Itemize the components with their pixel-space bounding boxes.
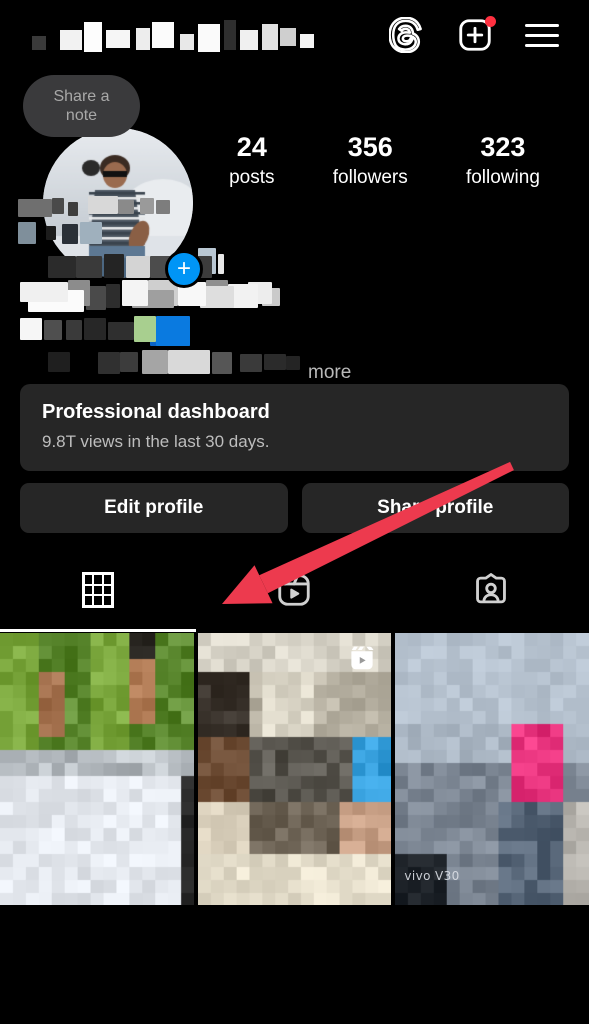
- following-label: following: [465, 167, 540, 188]
- censor-block: [300, 34, 314, 48]
- censor-block: [84, 22, 102, 52]
- censor-block: [156, 316, 190, 346]
- tab-tagged[interactable]: [393, 559, 589, 621]
- share-profile-button[interactable]: Share profile: [301, 483, 569, 533]
- censor-block: [106, 284, 120, 308]
- censor-block: [136, 28, 150, 50]
- censor-block: [286, 356, 300, 370]
- stat-followers[interactable]: 356 followers: [333, 130, 408, 192]
- posts-label: posts: [229, 167, 275, 188]
- tab-grid[interactable]: [0, 559, 197, 632]
- profile-header: Share a note + 24 posts 356 followers 323…: [0, 70, 589, 288]
- reel-clip-icon: [351, 646, 374, 670]
- censor-block: [46, 226, 56, 240]
- post-thumbnail-3[interactable]: vivo V30: [395, 633, 589, 905]
- vivo-watermark: vivo V30: [404, 869, 460, 883]
- post-thumbnail-2[interactable]: [197, 633, 392, 905]
- censor-block: [60, 30, 82, 50]
- censor-block: [240, 354, 262, 372]
- censor-block: [106, 30, 130, 48]
- profile-stats: 24 posts 356 followers 323 following: [170, 80, 569, 192]
- add-story-button[interactable]: +: [165, 250, 203, 288]
- profile-tabs: [0, 559, 589, 632]
- censor-block: [48, 256, 76, 278]
- censor-block: [98, 352, 120, 374]
- censor-block: [262, 24, 278, 50]
- censor-block: [156, 200, 170, 214]
- stat-posts[interactable]: 24 posts: [229, 130, 274, 192]
- censor-block: [180, 34, 194, 50]
- stat-following[interactable]: 323 following: [466, 130, 540, 192]
- censor-block: [280, 28, 296, 46]
- censor-block: [218, 254, 224, 274]
- tab-reels[interactable]: [196, 559, 392, 621]
- new-post-icon[interactable]: [457, 16, 496, 53]
- censor-block: [108, 322, 134, 340]
- censor-block: [88, 196, 118, 214]
- censor-block: [118, 200, 134, 214]
- censor-block: [20, 318, 42, 340]
- censor-block: [198, 24, 220, 52]
- censor-block: [66, 320, 82, 340]
- edit-profile-label: Edit profile: [104, 497, 204, 518]
- tagged-icon: [475, 573, 506, 604]
- post-grid: vivo V30: [0, 633, 589, 905]
- share-profile-label: Share profile: [377, 497, 494, 518]
- add-story-plus-label: +: [176, 255, 191, 282]
- followers-count: 356: [347, 132, 393, 162]
- following-count: 323: [480, 132, 526, 162]
- censor-block: [152, 22, 174, 48]
- followers-label: followers: [332, 167, 408, 188]
- censor-block: [212, 352, 232, 374]
- top-bar-icons: [389, 16, 567, 53]
- censor-block: [80, 222, 102, 244]
- new-post-notification-dot: [485, 16, 496, 27]
- censor-block: [68, 202, 78, 216]
- censor-block: [44, 320, 62, 340]
- share-a-note-bubble[interactable]: Share a note: [23, 75, 140, 137]
- top-bar: [0, 0, 589, 70]
- censor-block: [20, 282, 68, 302]
- hamburger-menu-icon[interactable]: [525, 23, 559, 47]
- censor-block: [264, 354, 286, 370]
- censor-block: [126, 256, 150, 278]
- reels-badge-icon: [347, 643, 377, 678]
- censor-block: [168, 350, 210, 374]
- censor-block: [76, 256, 102, 278]
- professional-dashboard-card[interactable]: Professional dashboard 9.8T views in the…: [20, 384, 569, 471]
- censor-block: [142, 350, 168, 374]
- profile-action-buttons: Edit profile Share profile: [20, 483, 569, 533]
- censor-block: [48, 352, 70, 372]
- censor-block: [122, 280, 148, 306]
- edit-profile-button[interactable]: Edit profile: [20, 483, 288, 533]
- dashboard-subtitle: 9.8T views in the last 30 days.: [42, 432, 270, 451]
- reels-icon: [278, 574, 311, 606]
- censor-block: [52, 198, 64, 214]
- profile-bio: more: [0, 194, 589, 384]
- censor-block: [18, 199, 52, 217]
- censor-block: [84, 318, 106, 340]
- post-thumbnail-1[interactable]: [0, 633, 194, 905]
- dashboard-title: Professional dashboard: [42, 401, 270, 423]
- censor-block: [134, 316, 156, 342]
- censor-block: [32, 36, 46, 50]
- censor-block: [104, 254, 124, 278]
- censor-block: [224, 20, 236, 50]
- censor-block: [120, 352, 138, 372]
- share-a-note-label: Share a note: [53, 88, 110, 124]
- censor-block: [140, 198, 154, 214]
- censor-block: [18, 222, 36, 244]
- posts-count: 24: [236, 132, 267, 162]
- censor-block: [62, 224, 78, 244]
- grid-icon: [82, 572, 115, 608]
- bio-more-link[interactable]: more: [308, 362, 351, 384]
- username-censored[interactable]: [28, 14, 314, 56]
- censor-block: [240, 30, 258, 50]
- threads-icon[interactable]: [389, 17, 425, 53]
